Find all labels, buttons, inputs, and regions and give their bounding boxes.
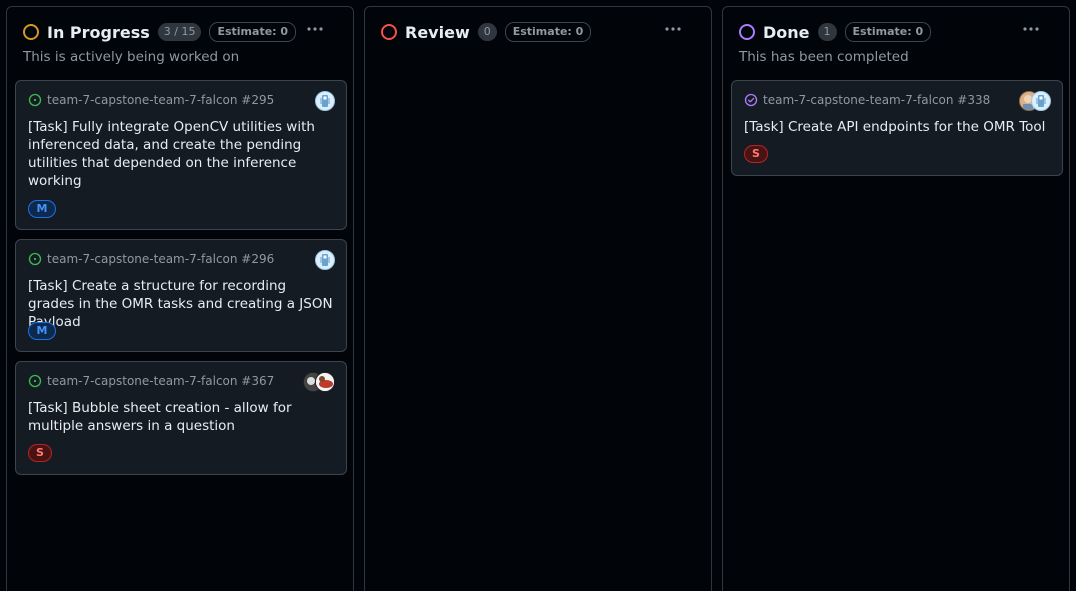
column-more-options-button[interactable] <box>303 19 327 39</box>
kebab-horizontal-icon <box>665 27 681 31</box>
robot-avatar[interactable] <box>315 91 335 111</box>
issue-reference-link[interactable]: team-7-capstone-team-7-falcon #295 <box>47 93 274 107</box>
column-title: In Progress <box>47 22 150 42</box>
estimate-badge: Estimate: 0 <box>209 22 297 42</box>
issue-card[interactable]: team-7-capstone-team-7-falcon #295 [Task… <box>15 80 347 230</box>
issue-title-link[interactable]: [Task] Create a structure for recording … <box>28 277 334 331</box>
item-count-badge: 3 / 15 <box>157 23 202 41</box>
estimate-badge: Estimate: 0 <box>844 22 932 42</box>
robot-avatar[interactable] <box>1031 91 1051 111</box>
status-circle-icon <box>23 24 39 40</box>
column-more-options-button[interactable] <box>661 19 685 39</box>
column-description: This has been completed <box>739 49 909 65</box>
open-issue-icon <box>28 93 42 107</box>
card-meta: team-7-capstone-team-7-falcon #295 <box>28 93 274 107</box>
robot-avatar-icon <box>320 95 330 107</box>
status-circle-icon <box>381 24 397 40</box>
column-header: Review 0 Estimate: 0 <box>381 21 592 43</box>
size-label: M <box>28 200 56 218</box>
robot-avatar-icon <box>1036 95 1046 107</box>
column-review: Review 0 Estimate: 0 <box>364 6 712 591</box>
estimate-badge: Estimate: 0 <box>504 22 592 42</box>
robot-avatar-icon <box>320 254 330 266</box>
issue-reference-link[interactable]: team-7-capstone-team-7-falcon #338 <box>763 93 990 107</box>
issue-card[interactable]: team-7-capstone-team-7-falcon #367 [Task… <box>15 361 347 475</box>
size-label: S <box>28 444 52 462</box>
kebab-horizontal-icon <box>1023 27 1039 31</box>
issue-card[interactable]: team-7-capstone-team-7-falcon #296 [Task… <box>15 239 347 352</box>
card-meta: team-7-capstone-team-7-falcon #296 <box>28 252 274 266</box>
photo-avatar[interactable] <box>315 372 335 392</box>
robot-avatar[interactable] <box>315 250 335 270</box>
card-meta: team-7-capstone-team-7-falcon #338 <box>744 93 990 107</box>
issue-title-link[interactable]: [Task] Fully integrate OpenCV utilities … <box>28 118 334 190</box>
closed-issue-icon <box>744 93 758 107</box>
issue-card[interactable]: team-7-capstone-team-7-falcon #338 [Task… <box>731 80 1063 176</box>
column-header: Done 1 Estimate: 0 <box>739 21 932 43</box>
item-count-badge: 0 <box>477 23 497 41</box>
size-label: S <box>744 145 768 163</box>
card-meta: team-7-capstone-team-7-falcon #367 <box>28 374 274 388</box>
column-title: Review <box>405 22 470 42</box>
item-count-badge: 1 <box>817 23 837 41</box>
column-title: Done <box>763 22 810 42</box>
status-circle-icon <box>739 24 755 40</box>
issue-reference-link[interactable]: team-7-capstone-team-7-falcon #367 <box>47 374 274 388</box>
issue-title-link[interactable]: [Task] Create API endpoints for the OMR … <box>744 118 1050 136</box>
column-header: In Progress 3 / 15 Estimate: 0 <box>23 21 297 43</box>
open-issue-icon <box>28 252 42 266</box>
open-issue-icon <box>28 374 42 388</box>
column-more-options-button[interactable] <box>1019 19 1043 39</box>
issue-title-link[interactable]: [Task] Bubble sheet creation - allow for… <box>28 399 334 435</box>
size-label: M <box>28 322 56 340</box>
column-done: Done 1 Estimate: 0 This has been complet… <box>722 6 1070 591</box>
column-description: This is actively being worked on <box>23 49 240 65</box>
kebab-horizontal-icon <box>307 27 323 31</box>
project-board: In Progress 3 / 15 Estimate: 0 This is a… <box>0 0 1076 591</box>
column-in-progress: In Progress 3 / 15 Estimate: 0 This is a… <box>6 6 354 591</box>
photo-avatar-icon <box>316 373 334 391</box>
issue-reference-link[interactable]: team-7-capstone-team-7-falcon #296 <box>47 252 274 266</box>
